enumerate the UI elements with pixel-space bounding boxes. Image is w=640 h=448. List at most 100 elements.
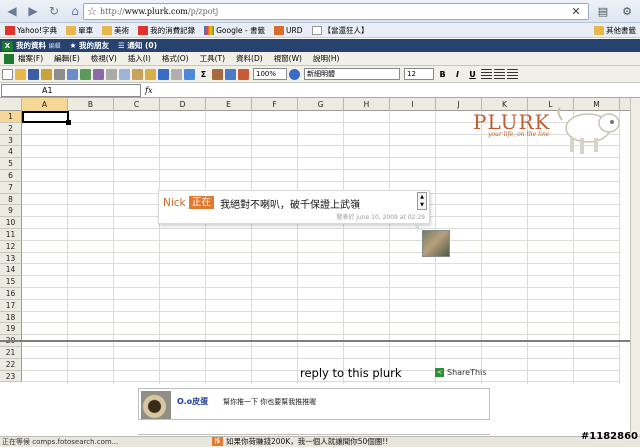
preview-icon[interactable] [67, 68, 78, 80]
save-icon[interactable] [28, 68, 39, 80]
my-profile-link[interactable]: 我的資料 編輯 [16, 40, 61, 51]
hyperlink-icon[interactable] [184, 68, 195, 80]
autosum-icon[interactable]: Σ [197, 70, 210, 79]
row-header-2[interactable]: 2 [0, 122, 22, 135]
bookmark-spending[interactable]: 我的消費記錄 [138, 25, 195, 36]
author-avatar[interactable] [422, 230, 450, 257]
menu-insert[interactable]: 插入(I) [128, 53, 151, 64]
column-header-b[interactable]: B [68, 98, 114, 111]
column-header-e[interactable]: E [206, 98, 252, 111]
row-header-18[interactable]: 18 [0, 311, 22, 324]
post-author[interactable]: Nick [163, 197, 186, 209]
underline-button[interactable]: U [466, 70, 479, 79]
bookmark-star-icon[interactable]: ☆ [84, 5, 100, 18]
row-header-22[interactable]: 22 [0, 358, 22, 371]
help-icon[interactable] [289, 68, 300, 80]
row-header-9[interactable]: 9 [0, 205, 22, 218]
name-box[interactable]: A1 [1, 83, 141, 97]
row-header-15[interactable]: 15 [0, 276, 22, 288]
vertical-scrollbar[interactable] [630, 98, 640, 436]
drawing-icon[interactable] [238, 68, 249, 80]
cut-icon[interactable] [106, 68, 117, 80]
page-menu-icon[interactable]: ▤ [594, 3, 612, 20]
stop-icon[interactable]: ✕ [568, 3, 584, 20]
select-all-corner[interactable] [0, 98, 22, 111]
back-icon[interactable]: ◀ [3, 2, 21, 20]
row-header-12[interactable]: 12 [0, 240, 22, 253]
home-icon[interactable]: ⌂ [66, 2, 84, 20]
zoom-select[interactable]: 100% [253, 68, 287, 80]
row-header-17[interactable]: 17 [0, 299, 22, 312]
row-header-6[interactable]: 6 [0, 170, 22, 182]
column-header-h[interactable]: H [344, 98, 390, 111]
row-header-14[interactable]: 14 [0, 264, 22, 277]
row-header-11[interactable]: 11 [0, 229, 22, 241]
copy-icon[interactable] [119, 68, 130, 80]
bookmark-yahoo-dict[interactable]: Yahoo!字典 [5, 25, 57, 36]
open-icon[interactable] [15, 68, 26, 80]
responder-name[interactable]: O.o皮蛋 [177, 396, 208, 407]
print-icon[interactable] [54, 68, 65, 80]
bold-button[interactable]: B [436, 70, 449, 79]
redo-icon[interactable] [171, 68, 182, 80]
spell-icon[interactable] [80, 68, 91, 80]
ad-banner[interactable]: 推如果你荷賺錢200K，我一個人就讓聞你50個團!! [212, 436, 388, 447]
row-header-4[interactable]: 4 [0, 146, 22, 159]
new-icon[interactable] [2, 68, 13, 80]
row-header-13[interactable]: 13 [0, 252, 22, 265]
other-bookmarks[interactable]: 其他書籤 [594, 25, 636, 36]
address-bar[interactable]: ☆ http://www.plurk.com/p/zpotj [83, 3, 589, 20]
column-header-f[interactable]: F [252, 98, 298, 111]
row-header-5[interactable]: 5 [0, 158, 22, 170]
menu-file[interactable]: 檔案(F) [18, 53, 43, 64]
align-center-icon[interactable] [494, 68, 505, 80]
reload-icon[interactable]: ↻ [45, 2, 63, 20]
menu-view[interactable]: 檢視(V) [91, 53, 117, 64]
tools-menu-icon[interactable]: ⚙ [618, 3, 636, 20]
menu-format[interactable]: 格式(O) [162, 53, 189, 64]
row-header-21[interactable]: 21 [0, 347, 22, 359]
font-size-select[interactable]: 12 [404, 68, 434, 80]
menu-tools[interactable]: 工具(T) [200, 53, 225, 64]
row-header-19[interactable]: 19 [0, 323, 22, 336]
row-header-16[interactable]: 16 [0, 288, 22, 300]
fx-icon[interactable]: fx [145, 86, 152, 95]
research-icon[interactable] [93, 68, 104, 80]
spreadsheet-grid[interactable]: ABCDEFGHIJKLM 1 2 3 4 5 6 7 8 9 10 11 12 13 14 15 16 17 1… [0, 98, 630, 436]
align-right-icon[interactable] [507, 68, 518, 80]
bookmark-madman[interactable]: 【當還狂人】 [311, 25, 369, 36]
share-this-button[interactable]: < ShareThis [435, 368, 486, 377]
column-header-i[interactable]: I [390, 98, 436, 111]
permission-icon[interactable] [41, 68, 52, 80]
align-left-icon[interactable] [481, 68, 492, 80]
forward-icon[interactable]: ▶ [24, 2, 42, 20]
font-select[interactable]: 新細明體 [304, 68, 400, 80]
row-header-3[interactable]: 3 [0, 134, 22, 147]
row-header-7[interactable]: 7 [0, 181, 22, 194]
row-header-1[interactable]: 1 [0, 111, 22, 123]
bookmark-folder-bike[interactable]: 單車 [66, 25, 93, 36]
my-friends-link[interactable]: ★ 我的朋友 [70, 40, 109, 51]
active-cell-a1[interactable] [22, 111, 71, 125]
menu-edit[interactable]: 編輯(E) [54, 53, 80, 64]
bookmark-urd[interactable]: URD [274, 25, 303, 35]
sort-icon[interactable] [212, 68, 223, 80]
notifications-link[interactable]: ☰ 通知 (0) [118, 40, 157, 51]
column-header-d[interactable]: D [160, 98, 206, 111]
undo-icon[interactable] [158, 68, 169, 80]
menu-data[interactable]: 資料(D) [236, 53, 263, 64]
column-header-a[interactable]: A [22, 98, 68, 111]
bookmark-google[interactable]: Google - 書籤 [204, 25, 265, 36]
italic-button[interactable]: I [451, 70, 464, 79]
bookmark-folder-art[interactable]: 美術 [102, 25, 129, 36]
menu-help[interactable]: 說明(H) [313, 53, 340, 64]
responder-avatar[interactable] [141, 391, 171, 419]
plurk-post-bubble[interactable]: Nick 正在 我絕對不喇叭，破千保證上武嶺 發表於 june 10, 2009… [158, 190, 430, 224]
paste-icon[interactable] [132, 68, 143, 80]
row-header-8[interactable]: 8 [0, 193, 22, 206]
chart-icon[interactable] [225, 68, 236, 80]
row-header-10[interactable]: 10 [0, 217, 22, 229]
column-header-g[interactable]: G [298, 98, 344, 111]
column-header-c[interactable]: C [114, 98, 160, 111]
menu-window[interactable]: 視窗(W) [274, 53, 302, 64]
